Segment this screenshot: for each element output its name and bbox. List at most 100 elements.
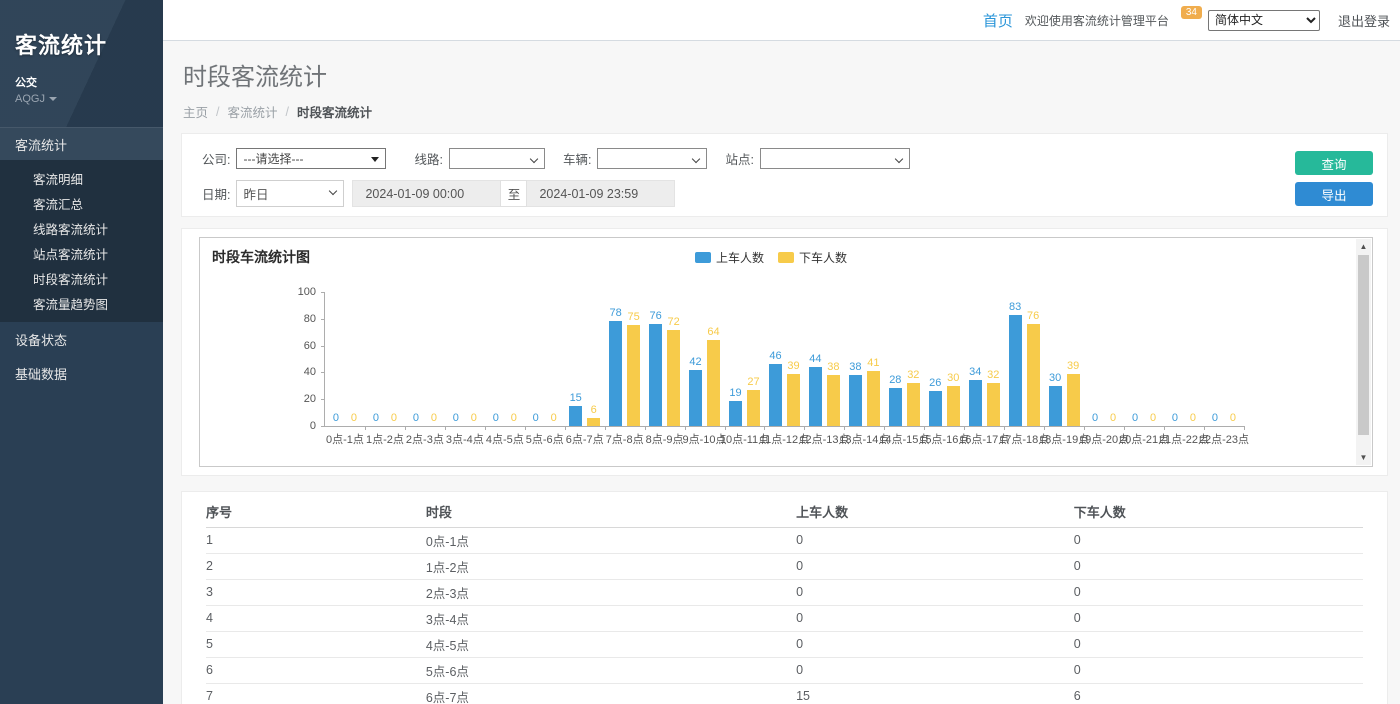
bar-slot: 0 (1089, 293, 1102, 426)
sidebar-subitem[interactable]: 客流明细 (0, 166, 163, 191)
bar-group: 003点-4点 (445, 293, 485, 426)
sidebar-subitem[interactable]: 客流汇总 (0, 191, 163, 216)
breadcrumb-home[interactable]: 主页 (183, 102, 208, 121)
bar-alighting[interactable] (947, 386, 960, 426)
y-axis-tick (321, 399, 325, 400)
bar-boarding[interactable] (689, 370, 702, 426)
logout-link[interactable]: 退出登录 (1338, 11, 1390, 30)
bar-group: 005点-6点 (525, 293, 565, 426)
chevron-down-icon (329, 187, 337, 195)
bar-value-label: 0 (1132, 412, 1138, 424)
bar-alighting[interactable] (907, 383, 920, 426)
bar-value-label: 38 (827, 361, 839, 373)
app: 客流统计 公交 AQGJ 客流统计 客流明细客流汇总线路客流统计站点客流统计时段… (0, 0, 1400, 704)
bar-slot: 0 (467, 293, 480, 426)
table-cell: 0 (796, 527, 1074, 553)
bar-slot: 28 (889, 293, 902, 426)
bar-value-label: 76 (1027, 310, 1039, 322)
sidebar-subitem[interactable]: 线路客流统计 (0, 216, 163, 241)
table-row: 65点-6点00 (206, 657, 1363, 683)
company-select[interactable]: ---请选择--- (236, 148, 386, 169)
bar-boarding[interactable] (809, 367, 822, 426)
bar-alighting[interactable] (1067, 374, 1080, 426)
bar-alighting[interactable] (747, 390, 760, 426)
bar-value-label: 0 (533, 412, 539, 424)
y-axis-tick (321, 372, 325, 373)
x-axis-category-label: 8点-9点 (646, 431, 684, 447)
bar-value-label: 0 (471, 412, 477, 424)
scroll-up-arrow-icon[interactable]: ▲ (1356, 239, 1371, 254)
sidebar-subitem[interactable]: 站点客流统计 (0, 241, 163, 266)
bar-alighting[interactable] (787, 374, 800, 426)
bar-slot: 15 (569, 293, 582, 426)
bar-value-label: 42 (689, 356, 701, 368)
bar-boarding[interactable] (609, 321, 622, 426)
bar-alighting[interactable] (867, 371, 880, 426)
bar-value-label: 0 (413, 412, 419, 424)
bar-alighting[interactable] (987, 383, 1000, 426)
legend-item[interactable]: 上车人数 (695, 249, 764, 266)
legend-item[interactable]: 下车人数 (778, 249, 847, 266)
home-link[interactable]: 首页 (983, 10, 1013, 31)
sidebar-subitem[interactable]: 时段客流统计 (0, 266, 163, 291)
bar-boarding[interactable] (969, 380, 982, 426)
scrollbar-thumb[interactable] (1358, 255, 1369, 435)
bar-value-label: 28 (889, 374, 901, 386)
bar-value-label: 0 (1110, 412, 1116, 424)
sidebar-submenu: 客流明细客流汇总线路客流统计站点客流统计时段客流统计客流量趋势图 (0, 160, 163, 322)
bar-slot: 38 (849, 293, 862, 426)
bar-alighting[interactable] (587, 418, 600, 426)
bar-boarding[interactable] (649, 324, 662, 426)
bar-boarding[interactable] (849, 375, 862, 426)
sidebar-item-device-status[interactable]: 设备状态 (0, 322, 163, 356)
bar-boarding[interactable] (889, 388, 902, 426)
filter-panel: 公司: ---请选择--- 线路: 车辆: (181, 133, 1388, 217)
bar-boarding[interactable] (929, 391, 942, 426)
y-axis-tick-label: 20 (304, 393, 316, 405)
chevron-down-icon (895, 155, 903, 163)
bar-alighting[interactable] (667, 330, 680, 426)
vehicle-label: 车辆: (563, 149, 591, 168)
bar-boarding[interactable] (569, 406, 582, 426)
x-axis-category-label: 3点-4点 (446, 431, 484, 447)
bar-boarding[interactable] (1049, 386, 1062, 426)
table-row: 32点-3点00 (206, 579, 1363, 605)
breadcrumb-section[interactable]: 客流统计 (228, 102, 278, 121)
bar-alighting[interactable] (627, 325, 640, 426)
table-cell: 0 (1074, 605, 1363, 631)
date-end-input[interactable]: 2024-01-09 23:59 (527, 180, 675, 207)
date-preset-select[interactable]: 昨日 (236, 180, 344, 207)
vehicle-select[interactable] (597, 148, 707, 169)
bar-boarding[interactable] (729, 401, 742, 426)
sidebar-subitem[interactable]: 客流量趋势图 (0, 291, 163, 316)
bar-group: 343216点-17点 (964, 293, 1004, 426)
line-select[interactable] (449, 148, 545, 169)
bar-alighting[interactable] (827, 375, 840, 426)
date-range-to-label: 至 (500, 180, 527, 207)
chart-vertical-scrollbar[interactable]: ▲ ▼ (1356, 239, 1371, 465)
station-select[interactable] (760, 148, 910, 169)
station-label: 站点: (725, 149, 753, 168)
bar-alighting[interactable] (707, 340, 720, 426)
user-menu[interactable]: AQGJ (15, 93, 148, 105)
bar-boarding[interactable] (769, 364, 782, 426)
date-start-input[interactable]: 2024-01-09 00:00 (352, 180, 500, 207)
bar-slot: 0 (329, 293, 342, 426)
export-button[interactable]: 导出 (1295, 182, 1373, 206)
sidebar-item-passenger-stats[interactable]: 客流统计 (0, 127, 163, 160)
chevron-down-icon (692, 155, 700, 163)
page-title: 时段客流统计 (183, 57, 1386, 92)
bar-boarding[interactable] (1009, 315, 1022, 426)
bar-value-label: 78 (610, 307, 622, 319)
language-select[interactable]: 简体中文 (1208, 10, 1320, 31)
bar-alighting[interactable] (1027, 324, 1040, 426)
bar-value-label: 0 (391, 412, 397, 424)
bar-group: 0020点-21点 (1124, 293, 1164, 426)
scroll-down-arrow-icon[interactable]: ▼ (1356, 450, 1371, 465)
notification-badge[interactable]: 34 (1181, 6, 1202, 19)
bar-value-label: 0 (1172, 412, 1178, 424)
bar-slot: 0 (427, 293, 440, 426)
table-cell: 0 (1074, 527, 1363, 553)
sidebar-item-base-data[interactable]: 基础数据 (0, 356, 163, 390)
search-button[interactable]: 查询 (1295, 151, 1373, 175)
